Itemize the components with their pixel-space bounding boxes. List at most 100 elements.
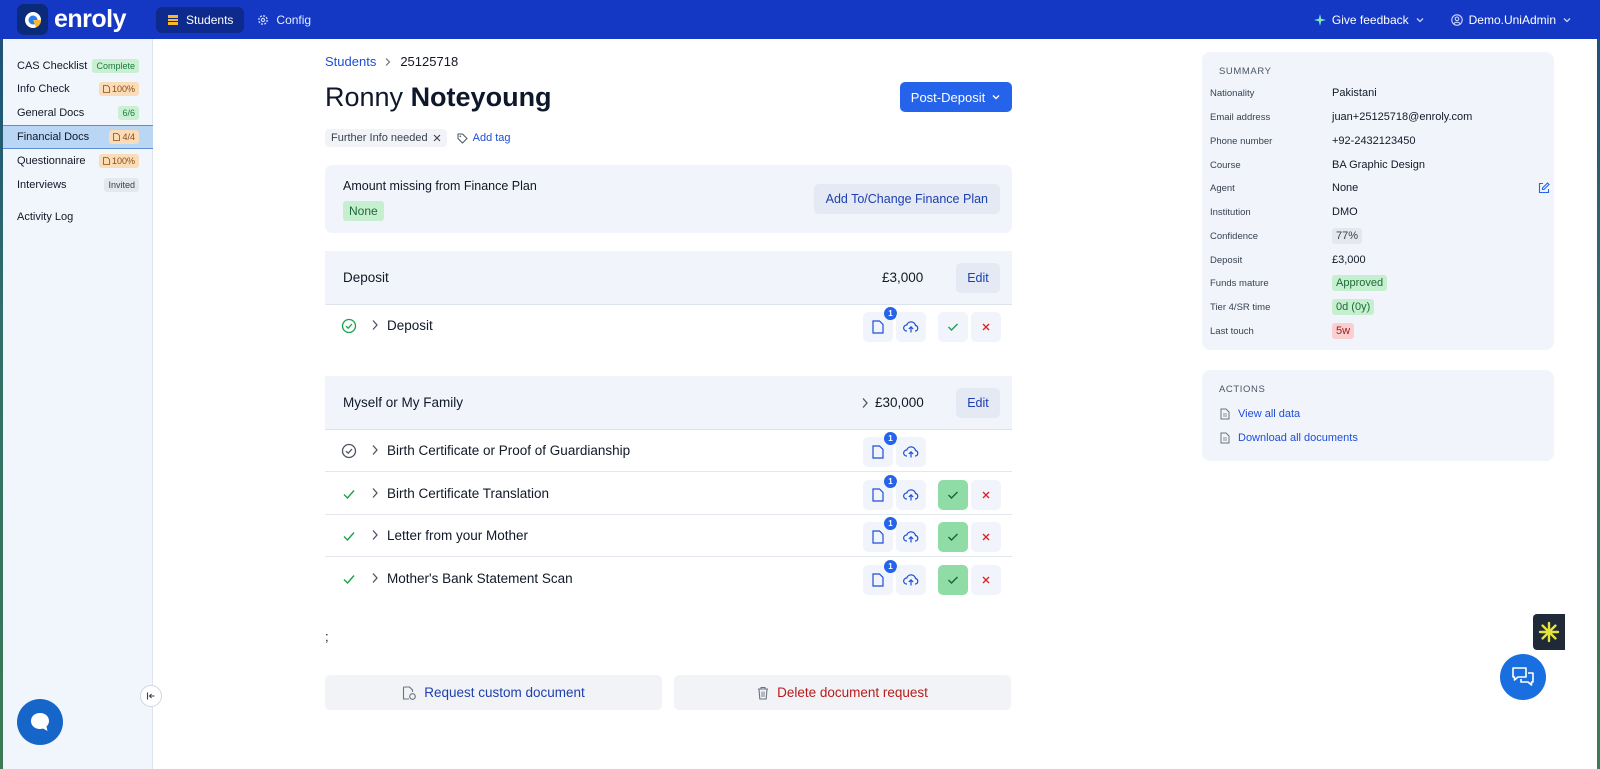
summary-card: SUMMARY Nationality Pakistani Email addre… xyxy=(1202,52,1554,350)
status-badge-text: 100% xyxy=(111,156,135,166)
sidebar-item-info-check[interactable]: Info Check 100% xyxy=(3,77,153,101)
view-document-button[interactable]: 1 xyxy=(863,517,897,552)
summary-row: Agent None xyxy=(1210,177,1550,199)
finance-plan-label: Amount missing from Finance Plan xyxy=(343,179,537,193)
sidebar-item-general-docs[interactable]: General Docs 6/6 xyxy=(3,101,153,125)
reject-button[interactable] xyxy=(971,480,1001,510)
status-dropdown-button[interactable]: Post-Deposit xyxy=(900,82,1012,112)
chat-bubble-icon xyxy=(31,713,49,731)
chevron-right-icon[interactable] xyxy=(371,444,379,456)
check-circle-icon xyxy=(341,318,357,334)
add-tag-button[interactable]: Add tag xyxy=(457,132,511,144)
sidebar-item-questionnaire[interactable]: Questionnaire 100% xyxy=(3,149,153,173)
request-custom-document-label: Request custom document xyxy=(424,685,585,700)
sidebar-item-label: Info Check xyxy=(17,83,70,95)
summary-value: Approved xyxy=(1332,275,1388,291)
actions-heading: ACTIONS xyxy=(1219,384,1266,395)
view-document-button[interactable]: 1 xyxy=(863,475,897,510)
breadcrumb-students-link[interactable]: Students xyxy=(325,54,376,69)
document-icon xyxy=(872,573,884,587)
page-title: Ronny Noteyoung xyxy=(325,82,552,113)
sidebar-item-cas-checklist[interactable]: CAS Checklist Complete xyxy=(3,54,153,78)
view-document-button[interactable]: 1 xyxy=(863,432,897,467)
view-all-data-link[interactable]: View all data xyxy=(1220,408,1300,420)
request-custom-document-button[interactable]: Request custom document xyxy=(325,675,662,710)
chevron-right-icon[interactable] xyxy=(861,397,869,409)
summary-value: BA Graphic Design xyxy=(1332,159,1425,171)
support-chat-button[interactable] xyxy=(17,699,63,745)
summary-row: Last touch 5w xyxy=(1210,320,1550,342)
view-document-button[interactable]: 1 xyxy=(863,307,897,342)
reject-button[interactable] xyxy=(971,522,1001,552)
summary-value: 77% xyxy=(1332,228,1363,244)
approve-button[interactable] xyxy=(938,522,968,552)
give-feedback-button[interactable]: Give feedback xyxy=(1313,13,1425,27)
tab-config[interactable]: Config xyxy=(246,7,322,33)
upload-button[interactable] xyxy=(896,480,926,510)
doc-icon xyxy=(103,157,110,165)
document-icon xyxy=(872,530,884,544)
status-badge: Complete xyxy=(92,59,139,73)
app-name: enroly xyxy=(54,5,127,33)
app-logo[interactable]: enroly xyxy=(17,4,127,35)
status-badge: 4/4 xyxy=(109,130,139,144)
section-title: Myself or My Family xyxy=(343,395,464,410)
collapse-sidebar-button[interactable] xyxy=(140,685,162,707)
summary-value: 5w xyxy=(1332,323,1355,339)
summary-row: Funds mature Approved xyxy=(1210,272,1550,294)
summary-value: DMO xyxy=(1332,206,1358,218)
tag-chip-label: Further Info needed xyxy=(331,132,428,144)
change-finance-plan-button[interactable]: Add To/Change Finance Plan xyxy=(813,184,1000,214)
chevron-right-icon[interactable] xyxy=(371,572,379,584)
summary-key: Confidence xyxy=(1210,230,1259,242)
add-tag-label: Add tag xyxy=(472,132,511,144)
close-icon[interactable] xyxy=(433,134,441,142)
summary-key: Funds mature xyxy=(1210,277,1269,289)
chevron-right-icon[interactable] xyxy=(371,487,379,499)
edit-icon[interactable] xyxy=(1538,182,1550,194)
sidebar-item-interviews[interactable]: Interviews Invited xyxy=(3,173,153,197)
chevron-down-icon xyxy=(1563,17,1571,22)
summary-key: Phone number xyxy=(1210,135,1273,147)
close-icon xyxy=(982,576,990,584)
view-document-button[interactable]: 1 xyxy=(863,560,897,595)
status-label: Post-Deposit xyxy=(910,89,986,105)
tab-config-label: Config xyxy=(276,12,312,27)
summary-row: Email address juan+25125718@enroly.com xyxy=(1210,106,1550,128)
edit-deposit-button[interactable]: Edit xyxy=(956,263,1000,293)
document-icon xyxy=(1220,408,1230,420)
approve-button[interactable] xyxy=(938,480,968,510)
approve-button[interactable] xyxy=(938,565,968,595)
reject-button[interactable] xyxy=(971,312,1001,342)
view-all-data-label: View all data xyxy=(1238,408,1301,420)
edit-family-button[interactable]: Edit xyxy=(956,388,1000,418)
widget-launcher-button[interactable] xyxy=(1533,614,1565,650)
sidebar-item-activity-log[interactable]: Activity Log xyxy=(3,205,153,229)
stray-text: ; xyxy=(325,629,329,644)
chevron-right-icon[interactable] xyxy=(371,319,379,331)
sidebar-item-financial-docs[interactable]: Financial Docs 4/4 xyxy=(3,125,153,149)
chevron-right-icon[interactable] xyxy=(371,529,379,541)
status-badge-text: 4/4 xyxy=(122,132,135,142)
upload-button[interactable] xyxy=(896,437,926,467)
download-all-documents-link[interactable]: Download all documents xyxy=(1220,432,1358,444)
delete-document-request-button[interactable]: Delete document request xyxy=(674,675,1011,710)
help-chat-button[interactable] xyxy=(1500,654,1546,700)
student-last-name: Noteyoung xyxy=(410,82,552,112)
approve-button[interactable] xyxy=(938,312,968,342)
sidebar-item-label: Questionnaire xyxy=(17,155,86,167)
reject-button[interactable] xyxy=(971,565,1001,595)
upload-button[interactable] xyxy=(896,312,926,342)
sidebar: CAS Checklist Complete Info Check 100% G… xyxy=(3,39,153,769)
upload-button[interactable] xyxy=(896,522,926,552)
students-icon xyxy=(168,14,179,25)
tab-students[interactable]: Students xyxy=(156,6,245,33)
upload-button[interactable] xyxy=(896,565,926,595)
close-icon xyxy=(982,491,990,499)
doc-name: Mother's Bank Statement Scan xyxy=(387,571,573,586)
doc-row-letter-from-mother: Letter from your Mother 1 xyxy=(325,515,1012,557)
finance-missing-value: None xyxy=(343,201,384,221)
user-menu-button[interactable]: Demo.UniAdmin xyxy=(1450,13,1572,27)
chevron-right-icon xyxy=(385,57,391,66)
sidebar-item-label: CAS Checklist xyxy=(17,60,88,72)
